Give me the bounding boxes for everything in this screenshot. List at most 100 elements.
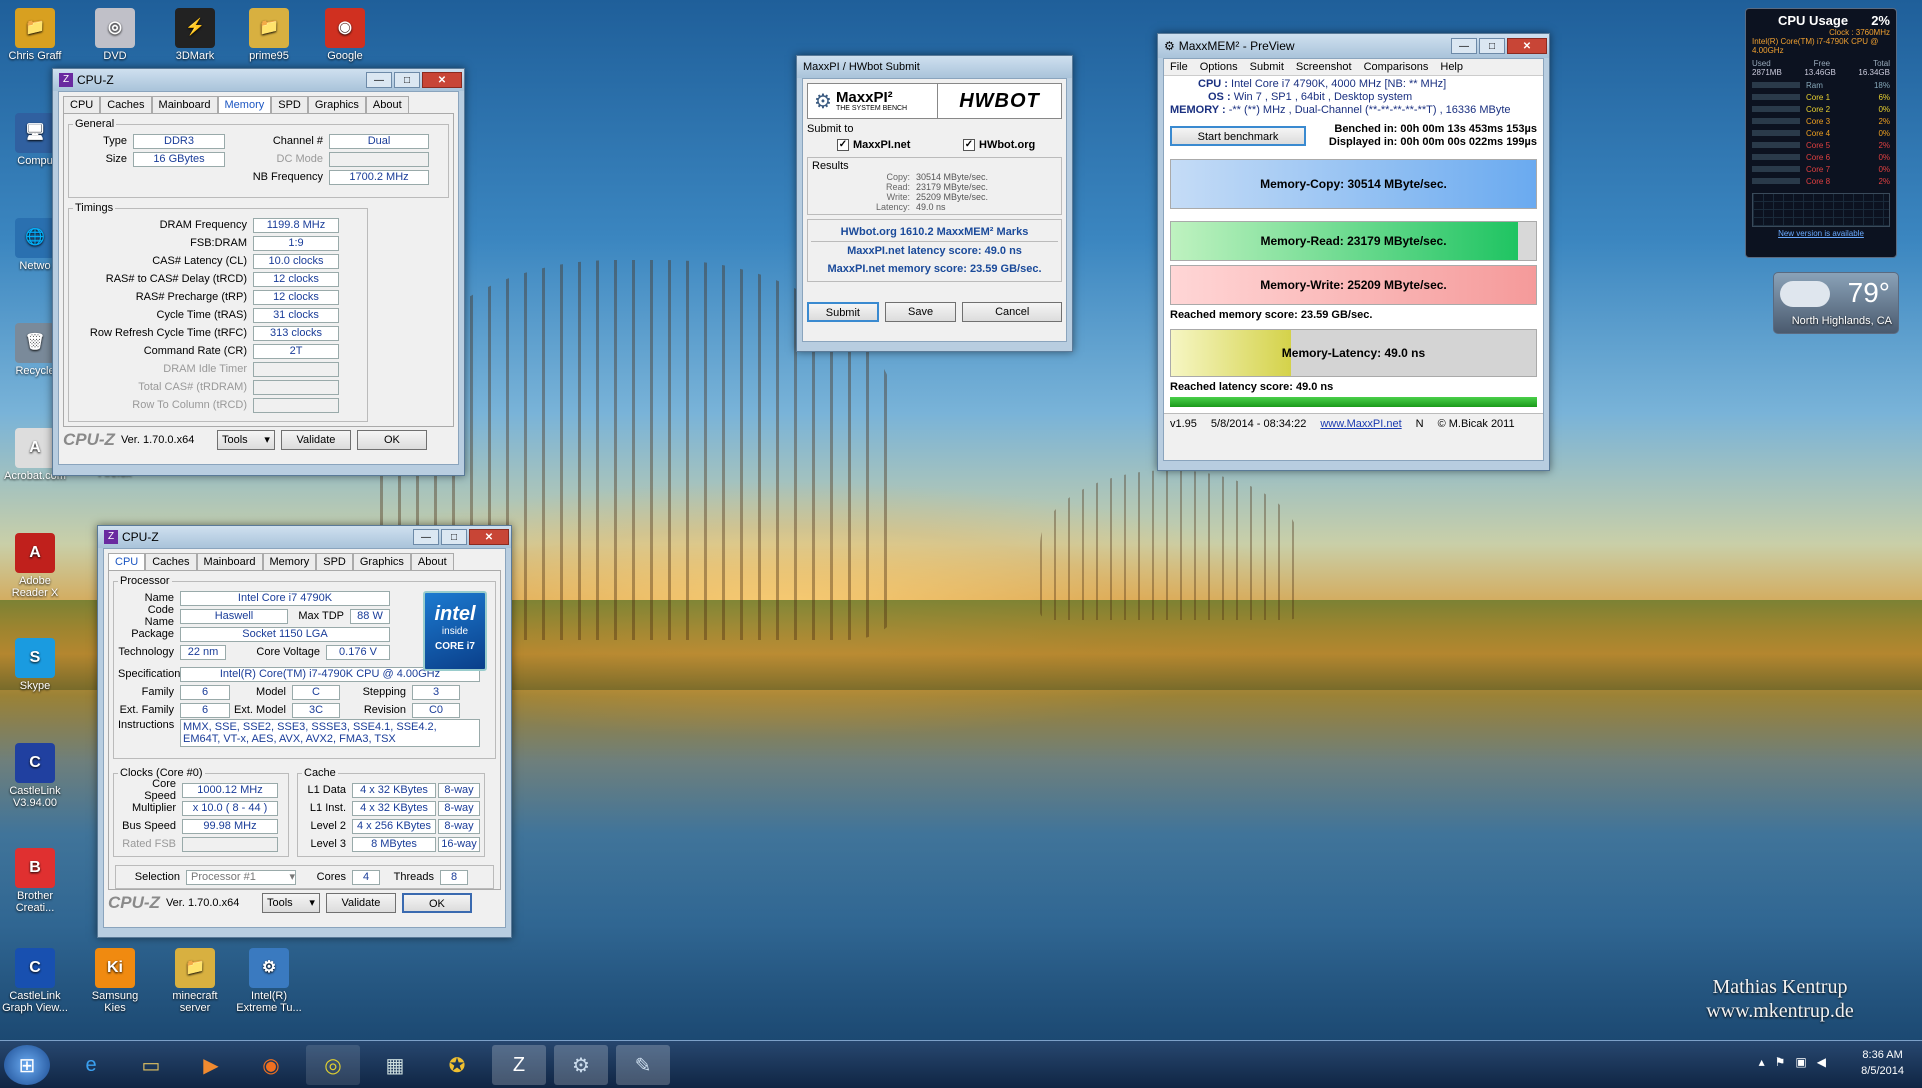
close-button[interactable]: ✕ (1507, 38, 1547, 54)
revision-value: C0 (412, 702, 460, 718)
tab-caches[interactable]: Caches (100, 96, 152, 113)
taskbar-tuning-icon[interactable]: ✪ (430, 1045, 484, 1085)
desktop-icon-samsung-kies[interactable]: Ki Samsung Kies (80, 948, 150, 1014)
desktop-icon-castlelink-v3-94-00[interactable]: C CastleLink V3.94.00 (0, 743, 70, 809)
memory-label: MEMORY : (1170, 104, 1226, 116)
taskbar-maxxpi-icon[interactable]: ✎ (616, 1045, 670, 1085)
desktop-icon-brother-creati-[interactable]: B Brother Creati... (0, 848, 70, 914)
maxxpi-hwbot-banner: ⚙ MaxxPI² THE SYSTEM BENCH HWBOT (807, 83, 1062, 119)
menu-file[interactable]: File (1170, 61, 1188, 73)
desktop-icon-label: prime95 (249, 50, 289, 62)
gadget-row-value: 2% (1878, 140, 1890, 150)
cancel-button[interactable]: Cancel (962, 302, 1062, 322)
maximize-button[interactable]: □ (441, 529, 467, 545)
desktop-icon-3dmark[interactable]: ⚡ 3DMark (160, 8, 230, 62)
desktop-icon-chris-graff[interactable]: 📁 Chris Graff (0, 8, 70, 62)
menu-submit[interactable]: Submit (1250, 61, 1284, 73)
taskbar-maxxmem-icon[interactable]: ⚙ (554, 1045, 608, 1085)
desktop-icon-minecraft-server[interactable]: 📁 minecraft server (160, 948, 230, 1014)
gadget-update-link[interactable]: New version is available (1752, 229, 1890, 238)
minimize-button[interactable]: — (1451, 38, 1477, 54)
close-button[interactable]: ✕ (422, 72, 462, 88)
cores-label: Cores (316, 871, 346, 883)
tab-about[interactable]: About (365, 96, 409, 113)
taskbar-firefox-icon[interactable]: ◉ (244, 1045, 298, 1085)
taskbar-cpuz-icon[interactable]: Z (492, 1045, 546, 1085)
desktop-icon-label: CastleLink Graph View... (2, 990, 68, 1014)
taskbar-media-player-icon[interactable]: ▶ (184, 1045, 238, 1085)
timing-value (253, 397, 339, 413)
tools-button[interactable]: Tools ▾ (216, 430, 275, 450)
maximize-button[interactable]: □ (394, 72, 420, 88)
start-benchmark-button[interactable]: Start benchmark (1170, 126, 1306, 146)
general-group: General Type DDR3 Channel # Dual Size 16… (68, 118, 449, 198)
minimize-button[interactable]: — (413, 529, 439, 545)
menu-comparisons[interactable]: Comparisons (1364, 61, 1429, 73)
desktop-icon-google[interactable]: ◉ Google (310, 8, 380, 62)
hwbot-checkbox[interactable]: ✓ (963, 139, 975, 151)
tray-expand-icon[interactable]: ▴ (1759, 1055, 1765, 1069)
desktop-icon-skype[interactable]: S Skype (0, 638, 70, 692)
tab-mainboard[interactable]: Mainboard (151, 96, 218, 113)
tab-spd[interactable]: SPD (271, 96, 308, 113)
title-bar[interactable]: ⚙ MaxxMEM² - PreView — □ ✕ (1158, 34, 1549, 58)
desktop-icon-image: 🖥 (15, 113, 55, 153)
gadget-row-bar (1752, 154, 1800, 160)
timing-row: Row Refresh Cycle Time (tRFC) 313 clocks (73, 324, 363, 342)
maxxpi-checkbox[interactable]: ✓ (837, 139, 849, 151)
tab-cpu[interactable]: CPU (63, 96, 101, 113)
desktop-icon-prime95[interactable]: 📁 prime95 (234, 8, 304, 62)
tab-cpu[interactable]: CPU (108, 553, 146, 570)
taskbar-chrome-icon[interactable]: ◎ (306, 1045, 360, 1085)
tray-flag-icon[interactable]: ⚑ (1775, 1055, 1786, 1069)
footer: CPU-Z Ver. 1.70.0.x64 Tools ▾ Validate OK (104, 890, 505, 916)
menu-screenshot[interactable]: Screenshot (1296, 61, 1352, 73)
tab-caches[interactable]: Caches (145, 553, 197, 570)
tools-button[interactable]: Tools ▾ (261, 893, 320, 913)
minimize-button[interactable]: — (366, 72, 392, 88)
validate-button[interactable]: Validate (280, 430, 351, 450)
dcmode-label: DC Mode (276, 153, 323, 165)
menu-help[interactable]: Help (1440, 61, 1463, 73)
save-button[interactable]: Save (884, 302, 957, 322)
tab-memory[interactable]: Memory (217, 96, 272, 113)
benched-time: Benched in: 00h 00m 13s 453ms 153µs (1334, 123, 1537, 135)
os-label: OS : (1208, 91, 1231, 103)
tab-mainboard[interactable]: Mainboard (196, 553, 263, 570)
taskbar-ie-icon[interactable]: e (64, 1045, 118, 1085)
title-bar[interactable]: Z CPU-Z — □ ✕ (53, 69, 464, 91)
clock[interactable]: 8:36 AM 8/5/2014 (1861, 1047, 1904, 1079)
tab-memory[interactable]: Memory (262, 553, 317, 570)
taskbar-calculator-icon[interactable]: ▦ (368, 1045, 422, 1085)
intel-core: CORE i7 (434, 641, 475, 652)
ok-button[interactable]: OK (401, 893, 472, 913)
technology-value: 22 nm (180, 644, 226, 660)
tab-graphics[interactable]: Graphics (352, 553, 411, 570)
validate-button[interactable]: Validate (325, 893, 396, 913)
tab-graphics[interactable]: Graphics (307, 96, 366, 113)
tray-network-icon[interactable]: ▣ (1795, 1055, 1806, 1069)
tab-about[interactable]: About (410, 553, 454, 570)
menu-options[interactable]: Options (1200, 61, 1238, 73)
desktop-icon-adobe-reader-x[interactable]: A Adobe Reader X (0, 533, 70, 599)
gadget-history-graph (1752, 193, 1890, 227)
title-bar[interactable]: Z CPU-Z — □ ✕ (98, 526, 511, 548)
tab-spd[interactable]: SPD (316, 553, 353, 570)
processor-select[interactable]: Processor #1 ▾ (186, 869, 296, 885)
desktop-icon-dvd[interactable]: ◎ DVD (80, 8, 150, 62)
gadget-row-label: Core 8 (1806, 176, 1831, 186)
desktop-icon-image: 📁 (15, 8, 55, 48)
desktop-icon-label: Adobe Reader X (11, 575, 59, 599)
ok-button[interactable]: OK (356, 430, 427, 450)
start-button[interactable]: ⊞ (4, 1045, 50, 1085)
close-button[interactable]: ✕ (469, 529, 509, 545)
taskbar-explorer-icon[interactable]: ▭ (124, 1045, 178, 1085)
tray-volume-icon[interactable]: ◀ (1817, 1055, 1826, 1069)
desktop-icon-castlelink-graph-view-[interactable]: C CastleLink Graph View... (0, 948, 70, 1014)
status-link[interactable]: www.MaxxPI.net (1320, 418, 1401, 430)
general-legend: General (75, 118, 115, 130)
submit-button[interactable]: Submit (807, 302, 879, 322)
maximize-button[interactable]: □ (1479, 38, 1505, 54)
title-bar[interactable]: MaxxPI / HWbot Submit (797, 56, 1072, 78)
desktop-icon-intel-r-extreme-tu-[interactable]: ⚙ Intel(R) Extreme Tu... (234, 948, 304, 1014)
